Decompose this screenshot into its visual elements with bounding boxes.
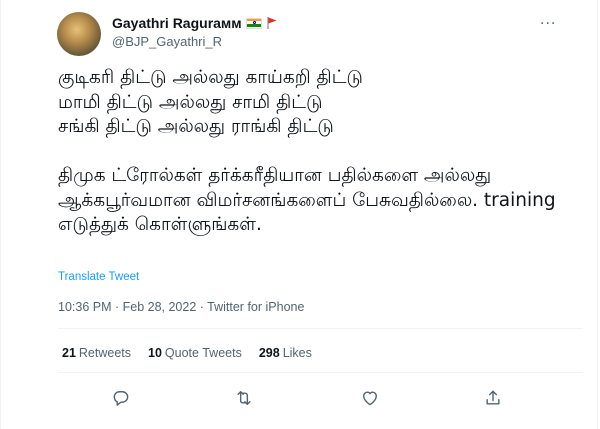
quote-tweets-stat[interactable]: 10 Quote Tweets (148, 346, 242, 360)
engagement-stats: 21 Retweets 10 Quote Tweets 298 Likes (62, 346, 312, 360)
frame-border-right (597, 0, 598, 429)
quotes-label: Quote Tweets (164, 346, 242, 360)
reply-button[interactable] (110, 387, 132, 409)
tweet-timestamp[interactable]: 10:36 PM · Feb 28, 2022 · Twitter for iP… (58, 300, 304, 314)
quotes-count: 10 (148, 346, 162, 360)
retweets-stat[interactable]: 21 Retweets (62, 346, 131, 360)
likes-count: 298 (258, 346, 280, 360)
likes-label: Likes (282, 346, 312, 360)
likes-stat[interactable]: 298 Likes (259, 346, 312, 360)
translate-tweet-link[interactable]: Translate Tweet (58, 271, 139, 283)
author-handle[interactable]: @BJP_Gayathri_R (112, 34, 222, 49)
divider (58, 328, 583, 329)
reply-icon (113, 391, 129, 406)
action-bar (0, 387, 600, 409)
avatar[interactable] (57, 12, 101, 56)
tweet-text: குடிகரி திட்டு அல்லது காய்கறி திட்டு மாம… (58, 67, 556, 235)
india-flag-icon (245, 17, 262, 29)
retweet-button[interactable] (233, 387, 255, 409)
display-name[interactable]: Gayathri Ragurамм (112, 15, 242, 31)
share-button[interactable] (482, 387, 504, 409)
more-options-icon[interactable]: ··· (540, 16, 556, 32)
like-icon (363, 391, 377, 406)
retweets-label: Retweets (78, 346, 132, 360)
author-name-row[interactable]: Gayathri Ragurамм (112, 15, 278, 31)
like-button[interactable] (359, 387, 381, 409)
divider (58, 372, 583, 373)
share-icon (486, 390, 500, 405)
red-flag-icon (267, 17, 277, 29)
retweets-count: 21 (62, 346, 76, 360)
frame-border-left (0, 0, 1, 429)
retweet-icon (237, 391, 251, 405)
